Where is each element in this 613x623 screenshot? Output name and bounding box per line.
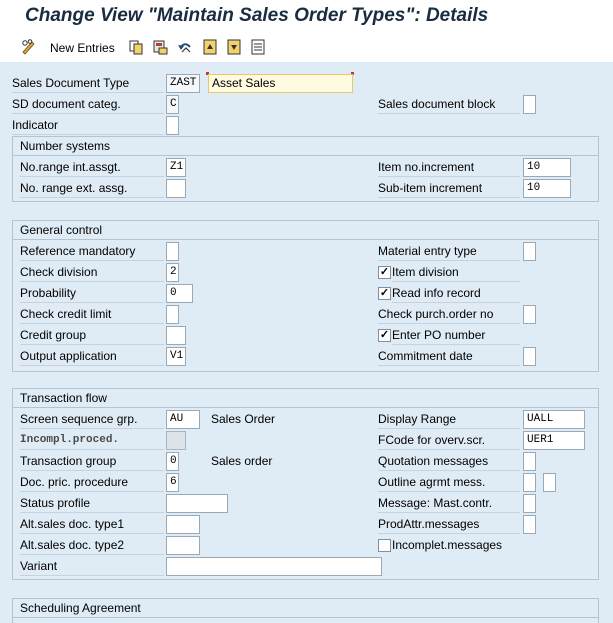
item-no-increment-label: Item no.increment xyxy=(378,158,520,177)
pencil-glasses-icon[interactable] xyxy=(20,38,38,56)
next-entry-icon[interactable] xyxy=(225,38,243,56)
number-systems-title: Number systems xyxy=(13,137,598,156)
probability-label: Probability xyxy=(20,284,164,303)
prodattr-messages-field[interactable] xyxy=(523,515,536,534)
check-purch-order-field[interactable] xyxy=(523,305,536,324)
detail-screen: Sales Document Type ZAST Asset Sales SD … xyxy=(0,62,613,623)
reference-mandatory-field[interactable] xyxy=(166,242,179,261)
alt-sales-doc-type2-field[interactable] xyxy=(166,536,200,555)
variant-field[interactable] xyxy=(166,557,382,576)
message-mast-contr-field[interactable] xyxy=(523,494,536,513)
indicator-label: Indicator xyxy=(12,116,164,135)
check-credit-limit-label: Check credit limit xyxy=(20,305,164,324)
read-info-record-label: Read info record xyxy=(392,284,520,303)
fcode-overv-scr-label: FCode for overv.scr. xyxy=(378,431,520,450)
sales-doc-type-code-field[interactable]: ZAST xyxy=(166,74,200,93)
application-toolbar: New Entries xyxy=(0,34,613,62)
scheduling-agreement-section: Scheduling Agreement xyxy=(12,598,599,623)
screen-seq-grp-label: Screen sequence grp. xyxy=(20,410,164,429)
check-division-field[interactable]: 2 xyxy=(166,263,179,282)
item-division-checkbox[interactable]: ✓ xyxy=(378,266,391,279)
prodattr-messages-label: ProdAttr.messages xyxy=(378,515,520,534)
enter-po-number-label: Enter PO number xyxy=(392,326,520,345)
status-profile-label: Status profile xyxy=(20,494,164,513)
outline-agrmt-mess-label: Outline agrmt mess. xyxy=(378,473,520,492)
check-purch-order-label: Check purch.order no xyxy=(378,305,520,324)
variant-label: Variant xyxy=(20,557,164,576)
transaction-group-field[interactable]: 0 xyxy=(166,452,179,471)
sd-doc-categ-label: SD document categ. xyxy=(12,95,164,114)
status-profile-field[interactable] xyxy=(166,494,228,513)
screen-seq-grp-field[interactable]: AU xyxy=(166,410,200,429)
sub-item-increment-label: Sub-item increment xyxy=(378,179,520,198)
commitment-date-field[interactable] xyxy=(523,347,536,366)
message-mast-contr-label: Message: Mast.contr. xyxy=(378,494,520,513)
check-credit-limit-field[interactable] xyxy=(166,305,179,324)
no-range-int-field[interactable]: Z1 xyxy=(166,158,186,177)
incompl-proced-field[interactable] xyxy=(166,431,186,450)
no-range-ext-field[interactable] xyxy=(166,179,186,198)
scheduling-agreement-title: Scheduling Agreement xyxy=(13,599,598,618)
other-entry-icon[interactable] xyxy=(249,38,267,56)
incompl-proced-label: Incompl.proced. xyxy=(20,431,164,450)
copy-icon[interactable] xyxy=(128,38,146,56)
display-range-field[interactable]: UALL xyxy=(523,410,585,429)
transaction-group-description: Sales order xyxy=(211,454,273,468)
save-variant-icon[interactable] xyxy=(152,38,170,56)
general-control-title: General control xyxy=(13,221,598,240)
previous-entry-icon[interactable] xyxy=(201,38,219,56)
sales-doc-block-label: Sales document block xyxy=(378,95,520,114)
material-entry-type-label: Material entry type xyxy=(378,242,520,261)
outline-agrmt-mess-field-2[interactable] xyxy=(543,473,556,492)
undo-icon[interactable] xyxy=(176,38,194,56)
probability-field[interactable]: 0 xyxy=(166,284,193,303)
read-info-record-checkbox[interactable]: ✓ xyxy=(378,287,391,300)
no-range-int-label: No.range int.assgt. xyxy=(20,158,164,177)
enter-po-number-checkbox[interactable]: ✓ xyxy=(378,329,391,342)
title-bar: Change View "Maintain Sales Order Types"… xyxy=(0,0,613,34)
alt-sales-doc-type1-label: Alt.sales doc. type1 xyxy=(20,515,164,534)
transaction-group-label: Transaction group xyxy=(20,452,164,471)
display-range-label: Display Range xyxy=(378,410,520,429)
credit-group-label: Credit group xyxy=(20,326,164,345)
window-title: Change View "Maintain Sales Order Types"… xyxy=(25,5,489,26)
indicator-field[interactable] xyxy=(166,116,179,135)
sales-doc-block-field[interactable] xyxy=(523,95,536,114)
commitment-date-label: Commitment date xyxy=(378,347,520,366)
item-no-increment-field[interactable]: 10 xyxy=(523,158,571,177)
screen-seq-grp-description: Sales Order xyxy=(211,412,276,426)
sub-item-increment-field[interactable]: 10 xyxy=(523,179,571,198)
fcode-overv-scr-field[interactable]: UER1 xyxy=(523,431,585,450)
alt-sales-doc-type1-field[interactable] xyxy=(166,515,200,534)
alt-sales-doc-type2-label: Alt.sales doc. type2 xyxy=(20,536,164,555)
material-entry-type-field[interactable] xyxy=(523,242,536,261)
credit-group-field[interactable] xyxy=(166,326,186,345)
sales-doc-type-description-field[interactable]: Asset Sales xyxy=(208,74,353,93)
output-application-field[interactable]: V1 xyxy=(166,347,186,366)
no-range-ext-label: No. range ext. assg. xyxy=(20,179,164,198)
incomplet-messages-label: Incomplet.messages xyxy=(392,538,503,552)
new-entries-button[interactable]: New Entries xyxy=(50,41,115,55)
quotation-messages-field[interactable] xyxy=(523,452,536,471)
outline-agrmt-mess-field[interactable] xyxy=(523,473,536,492)
quotation-messages-label: Quotation messages xyxy=(378,452,520,471)
sales-doc-type-label: Sales Document Type xyxy=(12,74,164,93)
transaction-flow-title: Transaction flow xyxy=(13,389,598,408)
item-division-label: Item division xyxy=(392,263,520,282)
incomplet-messages-checkbox[interactable] xyxy=(378,539,391,552)
sd-doc-categ-field[interactable]: C xyxy=(166,95,179,114)
reference-mandatory-label: Reference mandatory xyxy=(20,242,164,261)
doc-pric-procedure-field[interactable]: 6 xyxy=(166,473,179,492)
doc-pric-procedure-label: Doc. pric. procedure xyxy=(20,473,164,492)
check-division-label: Check division xyxy=(20,263,164,282)
output-application-label: Output application xyxy=(20,347,164,366)
